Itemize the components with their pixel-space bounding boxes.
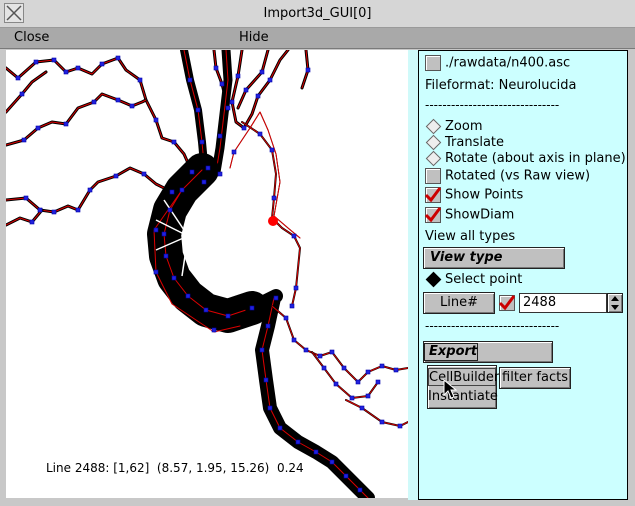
mouse-cursor-icon: [443, 379, 458, 399]
rotate-label: Rotate (about axis in plane): [445, 151, 626, 166]
show-diam-label: ShowDiam: [445, 207, 515, 223]
file-row[interactable]: ./rawdata/n400.asc: [425, 55, 570, 71]
export-menu[interactable]: Export: [423, 341, 553, 363]
rotated-checkbox[interactable]: [425, 168, 441, 184]
selected-point-marker: [268, 216, 278, 226]
file-label: ./rawdata/n400.asc: [445, 55, 571, 71]
filter-facts-button[interactable]: filter facts: [499, 367, 571, 389]
zoom-radio-indicator[interactable]: [425, 118, 442, 135]
line-checkbox[interactable]: [499, 294, 515, 311]
show-points-row[interactable]: Show Points: [425, 186, 524, 203]
export-submenu: CellBuilder Instantiate: [427, 365, 499, 409]
cellbuilder-item[interactable]: CellBuilder: [428, 368, 499, 386]
export-label: Export: [424, 343, 478, 361]
translate-label: Translate: [445, 135, 505, 150]
select-point-radio[interactable]: Select point: [425, 271, 523, 288]
hide-menu[interactable]: Hide: [239, 30, 269, 45]
zoom-radio[interactable]: Zoom: [425, 118, 483, 135]
window-frame-right: [628, 50, 635, 506]
translate-radio-indicator[interactable]: [425, 134, 442, 151]
instantiate-item[interactable]: Instantiate: [428, 388, 498, 406]
status-line: Line 2488: [1,62] (8.57, 1.95, 15.26) 0.…: [46, 461, 304, 475]
view-all-types: View all types: [425, 229, 516, 244]
morphology-canvas[interactable]: Line 2488: [1,62] (8.57, 1.95, 15.26) 0.…: [6, 50, 408, 498]
rotated-row[interactable]: Rotated (vs Raw view): [425, 168, 590, 184]
show-points-checkbox[interactable]: [425, 186, 441, 203]
translate-radio[interactable]: Translate: [425, 134, 505, 151]
select-point-label: Select point: [445, 272, 523, 287]
rotate-radio-indicator[interactable]: [425, 150, 442, 167]
rotated-label: Rotated (vs Raw view): [445, 168, 591, 184]
menu-bar: Close Hide: [0, 28, 635, 49]
zoom-label: Zoom: [445, 119, 483, 134]
show-diam-row[interactable]: ShowDiam: [425, 206, 515, 223]
split-divider[interactable]: [408, 50, 418, 500]
line-number-stepper[interactable]: [607, 293, 623, 313]
select-point-indicator[interactable]: [425, 271, 442, 288]
rotate-radio[interactable]: Rotate (about axis in plane): [425, 150, 626, 167]
view-type-button[interactable]: View type: [423, 247, 565, 269]
file-format: Fileformat: Neurolucida: [425, 78, 577, 93]
line-number-field[interactable]: 2488: [519, 293, 607, 313]
show-diam-checkbox[interactable]: [425, 206, 441, 223]
file-checkbox[interactable]: [425, 55, 441, 71]
control-panel: ./rawdata/n400.asc Fileformat: Neuroluci…: [418, 50, 628, 500]
title-bar: Import3d_GUI[0]: [0, 0, 635, 28]
separator-1: -------------------------------: [425, 98, 560, 112]
window-title: Import3d_GUI[0]: [263, 6, 372, 21]
neuron-tracing: [6, 50, 408, 498]
line-number-button[interactable]: Line#: [423, 292, 495, 314]
close-menu[interactable]: Close: [14, 30, 49, 45]
show-points-label: Show Points: [445, 187, 524, 203]
separator-2: -------------------------------: [425, 319, 560, 333]
